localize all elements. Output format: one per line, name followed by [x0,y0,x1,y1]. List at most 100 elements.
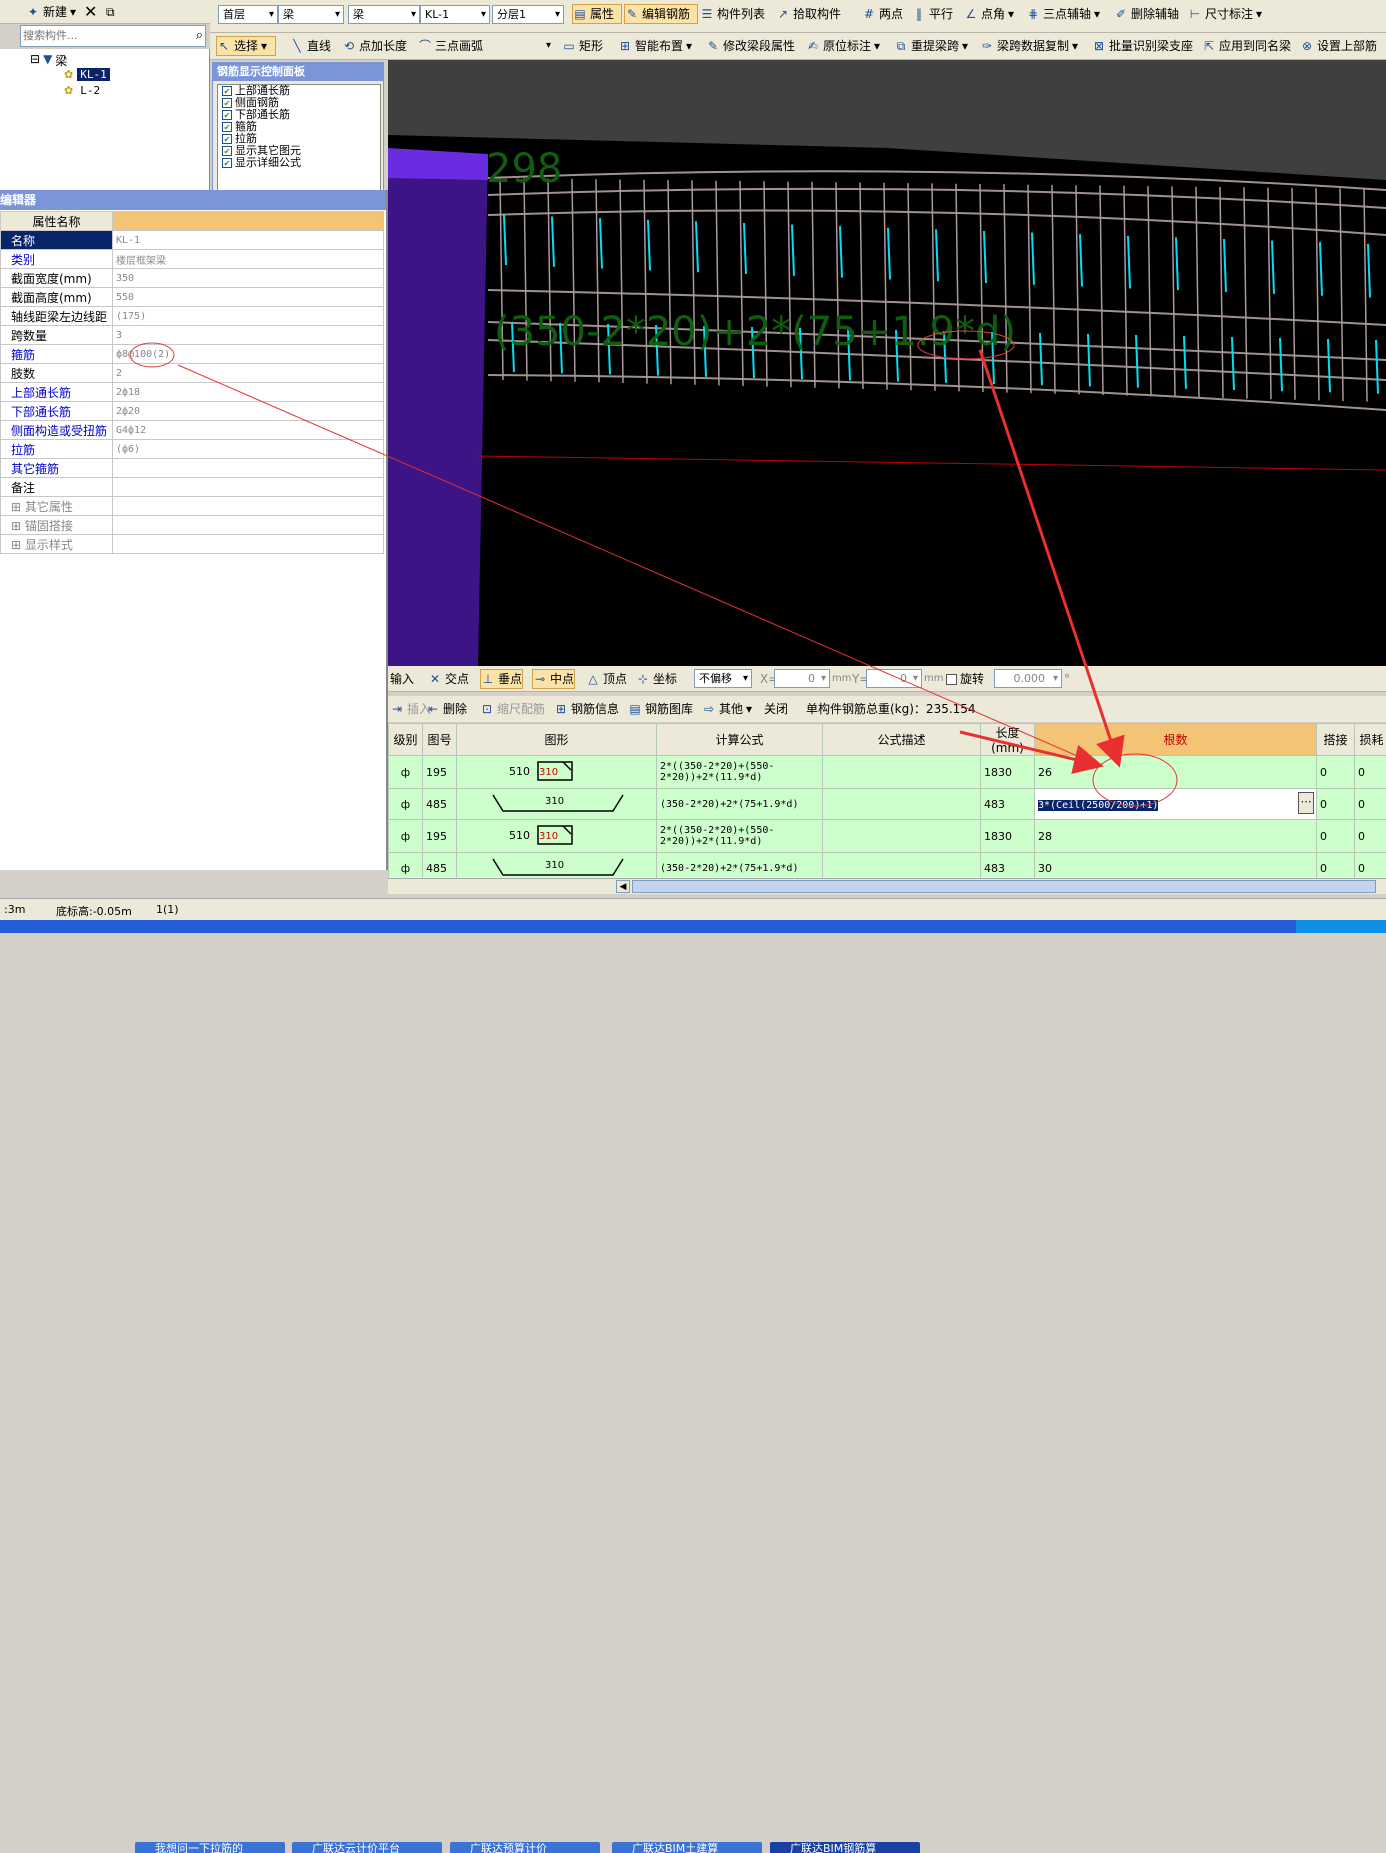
property-value[interactable]: 2ф18 [113,383,384,402]
delete-aux-button[interactable]: ✐删除辅轴 [1114,4,1179,24]
grid-header[interactable]: 根数 [1035,724,1317,756]
more-button[interactable]: ⋯ [1298,792,1314,814]
checkbox-icon[interactable] [946,674,957,685]
tree-root[interactable]: ⊟▼梁 [30,52,67,69]
property-value[interactable]: 2ф20 [113,402,384,421]
insert-button[interactable]: ⇥插入 [390,699,431,719]
checkbox-checked-icon[interactable]: ✔ [222,134,232,144]
delete-row-button[interactable]: ⇤删除 [426,699,467,719]
drawing-canvas[interactable]: 298 (350-2*20)+2*(75+1.9*d) [388,60,1386,666]
display-option[interactable]: ✔显示详细公式 [218,157,380,169]
grid-header[interactable]: 损耗 [1355,724,1386,756]
point-angle-button[interactable]: ∠点角▾ [964,4,1014,24]
batch-support-button[interactable]: ⊠批量识别梁支座 [1092,36,1193,56]
count-cell[interactable]: 30 [1035,853,1317,879]
count-cell[interactable]: 26 [1035,756,1317,789]
figure-cell[interactable]: 485 [423,789,457,820]
copy-span-button[interactable]: ✑梁跨数据复制▾ [980,36,1078,56]
scroll-thumb[interactable] [632,880,1376,893]
grid-header[interactable]: 搭接 [1317,724,1355,756]
grid-header[interactable]: 长度(mm) [981,724,1035,756]
property-row[interactable]: 备注 [1,478,384,497]
copy-icon[interactable]: ⧉ [106,2,115,22]
mid-toggle[interactable]: ⊸中点 [532,669,575,689]
formula-cell[interactable]: (350-2*20)+2*(75+1.9*d) [657,789,823,820]
length-cell[interactable]: 483 [981,853,1035,879]
grid-header[interactable]: 图形 [457,724,657,756]
coord-toggle[interactable]: ⊹坐标 [636,669,677,689]
component-select[interactable]: KL-1 [420,5,490,24]
close-button[interactable]: 关闭 [764,699,788,719]
scroll-left-icon[interactable]: ◀ [616,880,630,893]
length-cell[interactable]: 483 [981,789,1035,820]
point-length-button[interactable]: ⟲点加长度 [342,36,407,56]
desc-cell[interactable] [823,756,981,789]
property-value[interactable] [113,478,384,497]
property-row[interactable]: 轴线距梁左边线距(175) [1,307,384,326]
rebar-lib-button[interactable]: ▤钢筋图库 [628,699,693,719]
h-scrollbar[interactable]: ◀ [388,878,1386,894]
loss-cell[interactable]: 0 [1355,820,1386,853]
tree-item-l2[interactable]: ✿L-2 [64,84,103,97]
count-cell[interactable]: 28 [1035,820,1317,853]
checkbox-checked-icon[interactable]: ✔ [222,122,232,132]
taskbar-item[interactable]: 我想问一下拉筋的 [135,1842,285,1853]
checkbox-checked-icon[interactable]: ✔ [222,146,232,156]
rotate-checkbox[interactable]: 旋转 [946,669,984,689]
table-row[interactable]: ф1955103102*((350-2*20)+(550-2*20))+2*(1… [389,756,1386,789]
rotate-input[interactable]: 0.000 [994,669,1062,688]
desc-cell[interactable] [823,820,981,853]
formula-cell[interactable]: 2*((350-2*20)+(550-2*20))+2*(11.9*d) [657,756,823,789]
taskbar-item[interactable]: 广联达云计价平台 [292,1842,442,1853]
search-box[interactable]: ⌕ [20,25,206,47]
length-cell[interactable]: 1830 [981,756,1035,789]
modify-span-button[interactable]: ✎修改梁段属性 [706,36,795,56]
two-point-button[interactable]: #两点 [862,4,903,24]
edit-rebar-button[interactable]: ✎编辑钢筋 [624,4,698,24]
grid-header[interactable]: 图号 [423,724,457,756]
figure-cell[interactable]: 195 [423,756,457,789]
grade-cell[interactable]: ф [389,853,423,879]
property-value[interactable] [113,535,384,554]
property-row[interactable]: 侧面构造或受扭筋G4ф12 [1,421,384,440]
property-value[interactable]: 550 [113,288,384,307]
grid-header[interactable]: 级别 [389,724,423,756]
apply-same-button[interactable]: ⇱应用到同名梁 [1202,36,1291,56]
parallel-button[interactable]: ‖平行 [912,4,953,24]
y-input[interactable]: 0 [866,669,922,688]
layer-select[interactable]: 分层1 [492,5,564,24]
grade-cell[interactable]: ф [389,756,423,789]
desc-cell[interactable] [823,789,981,820]
property-value[interactable]: KL-1 [113,231,384,250]
new-button[interactable]: ✦新建▾ [26,2,76,22]
property-row[interactable]: 上部通长筋2ф18 [1,383,384,402]
table-row[interactable]: ф1955103102*((350-2*20)+(550-2*20))+2*(1… [389,820,1386,853]
checkbox-checked-icon[interactable]: ✔ [222,110,232,120]
pick-button[interactable]: ↗拾取构件 [776,4,841,24]
property-row[interactable]: 拉筋(ф6) [1,440,384,459]
shape-cell[interactable]: 310 [457,789,657,820]
lap-cell[interactable]: 0 [1317,789,1355,820]
grid-header[interactable]: 公式描述 [823,724,981,756]
grade-cell[interactable]: ф [389,789,423,820]
tree-item-kl1[interactable]: ✿KL-1 [64,68,110,81]
length-cell[interactable]: 1830 [981,820,1035,853]
shape-cell[interactable]: 510310 [457,756,657,789]
property-row[interactable]: ⊞ 其它属性 [1,497,384,516]
property-row[interactable]: 箍筋ф8@100(2) [1,345,384,364]
grid-header[interactable]: 计算公式 [657,724,823,756]
lap-cell[interactable]: 0 [1317,756,1355,789]
figure-cell[interactable]: 195 [423,820,457,853]
table-row[interactable]: ф485310(350-2*20)+2*(75+1.9*d)4833000 [389,853,1386,879]
search-input[interactable] [21,26,181,45]
category-select[interactable]: 梁 [278,5,344,24]
re-extract-button[interactable]: ⧉重提梁跨▾ [894,36,968,56]
dimension-button[interactable]: ⊢尺寸标注▾ [1188,4,1262,24]
property-row[interactable]: 其它箍筋 [1,459,384,478]
property-value[interactable] [113,497,384,516]
property-value[interactable]: G4ф12 [113,421,384,440]
property-row[interactable]: 肢数2 [1,364,384,383]
checkbox-checked-icon[interactable]: ✔ [222,98,232,108]
x-input[interactable]: 0 [774,669,830,688]
property-row[interactable]: 截面宽度(mm)350 [1,269,384,288]
